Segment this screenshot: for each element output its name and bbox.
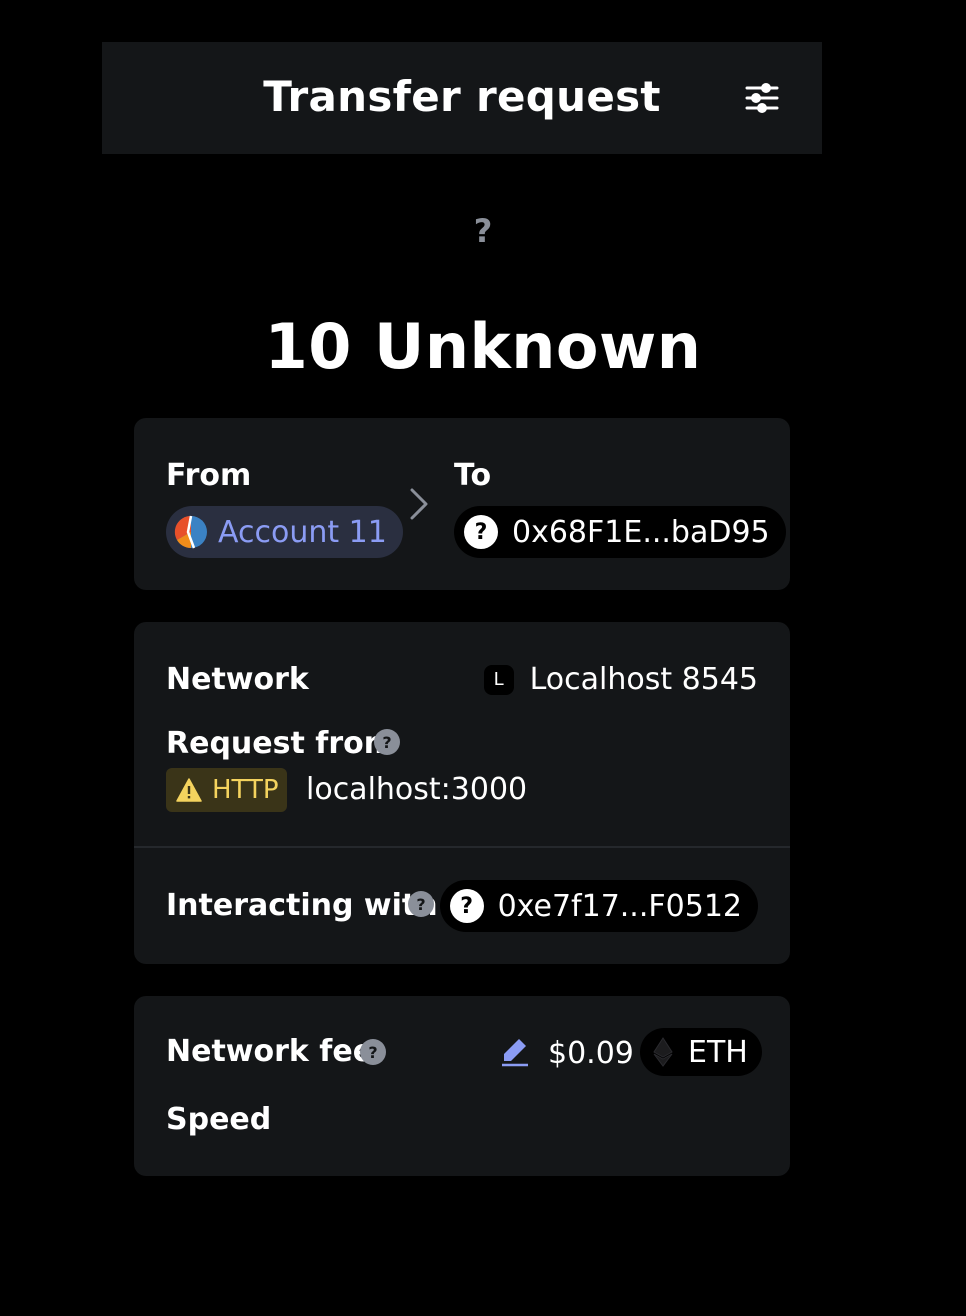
from-account-pill[interactable]: Account 11 xyxy=(166,506,403,558)
settings-button[interactable] xyxy=(742,78,782,118)
speed-label: Speed xyxy=(166,1102,272,1137)
unknown-token-icon: ? xyxy=(473,212,493,250)
http-warning-badge: HTTP xyxy=(166,768,287,812)
unknown-contract-icon: ? xyxy=(449,889,484,923)
warning-icon xyxy=(176,778,202,802)
from-label: From xyxy=(166,458,252,493)
account-avatar-icon xyxy=(174,515,207,549)
from-to-card: From Account 11 To ? 0x68F1E...baD95 xyxy=(134,418,790,590)
page-title: Transfer request xyxy=(263,72,661,121)
network-value: L Localhost 8545 xyxy=(483,662,758,697)
transfer-amount: 10 Unknown xyxy=(264,310,702,383)
request-from-label: Request from xyxy=(166,726,395,761)
from-account-name: Account 11 xyxy=(218,514,387,550)
app-header: Transfer request xyxy=(102,42,822,154)
network-badge-icon: L xyxy=(483,664,514,695)
sliders-icon xyxy=(745,83,779,113)
fee-currency-pill[interactable]: ETH xyxy=(640,1028,762,1076)
network-fee-help-icon[interactable]: ? xyxy=(360,1039,386,1065)
fee-card: Network fee ? $0.09 ETH Speed xyxy=(134,996,790,1176)
network-fee-label: Network fee xyxy=(166,1034,374,1069)
network-name: Localhost 8545 xyxy=(529,662,758,697)
contract-address: 0xe7f17...F0512 xyxy=(497,888,742,924)
interacting-with-label: Interacting with xyxy=(166,888,438,923)
to-label: To xyxy=(454,458,492,493)
details-card: Network L Localhost 8545 Request from ? … xyxy=(134,622,790,964)
request-origin: localhost:3000 xyxy=(306,772,528,807)
interacting-with-help-icon[interactable]: ? xyxy=(408,891,434,917)
fee-currency: ETH xyxy=(688,1034,748,1070)
http-badge-label: HTTP xyxy=(212,775,279,805)
eth-icon xyxy=(653,1037,673,1067)
request-from-help-icon[interactable]: ? xyxy=(374,729,400,755)
contract-address-pill[interactable]: ? 0xe7f17...F0512 xyxy=(439,880,758,932)
to-address-pill[interactable]: ? 0x68F1E...baD95 xyxy=(454,506,786,558)
chevron-right-icon xyxy=(410,488,428,520)
details-divider xyxy=(134,846,790,848)
unknown-address-icon: ? xyxy=(464,515,498,549)
fee-value: $0.09 xyxy=(548,1036,634,1071)
edit-fee-icon[interactable] xyxy=(501,1037,529,1067)
to-address: 0x68F1E...baD95 xyxy=(512,514,770,550)
network-label: Network xyxy=(166,662,309,697)
